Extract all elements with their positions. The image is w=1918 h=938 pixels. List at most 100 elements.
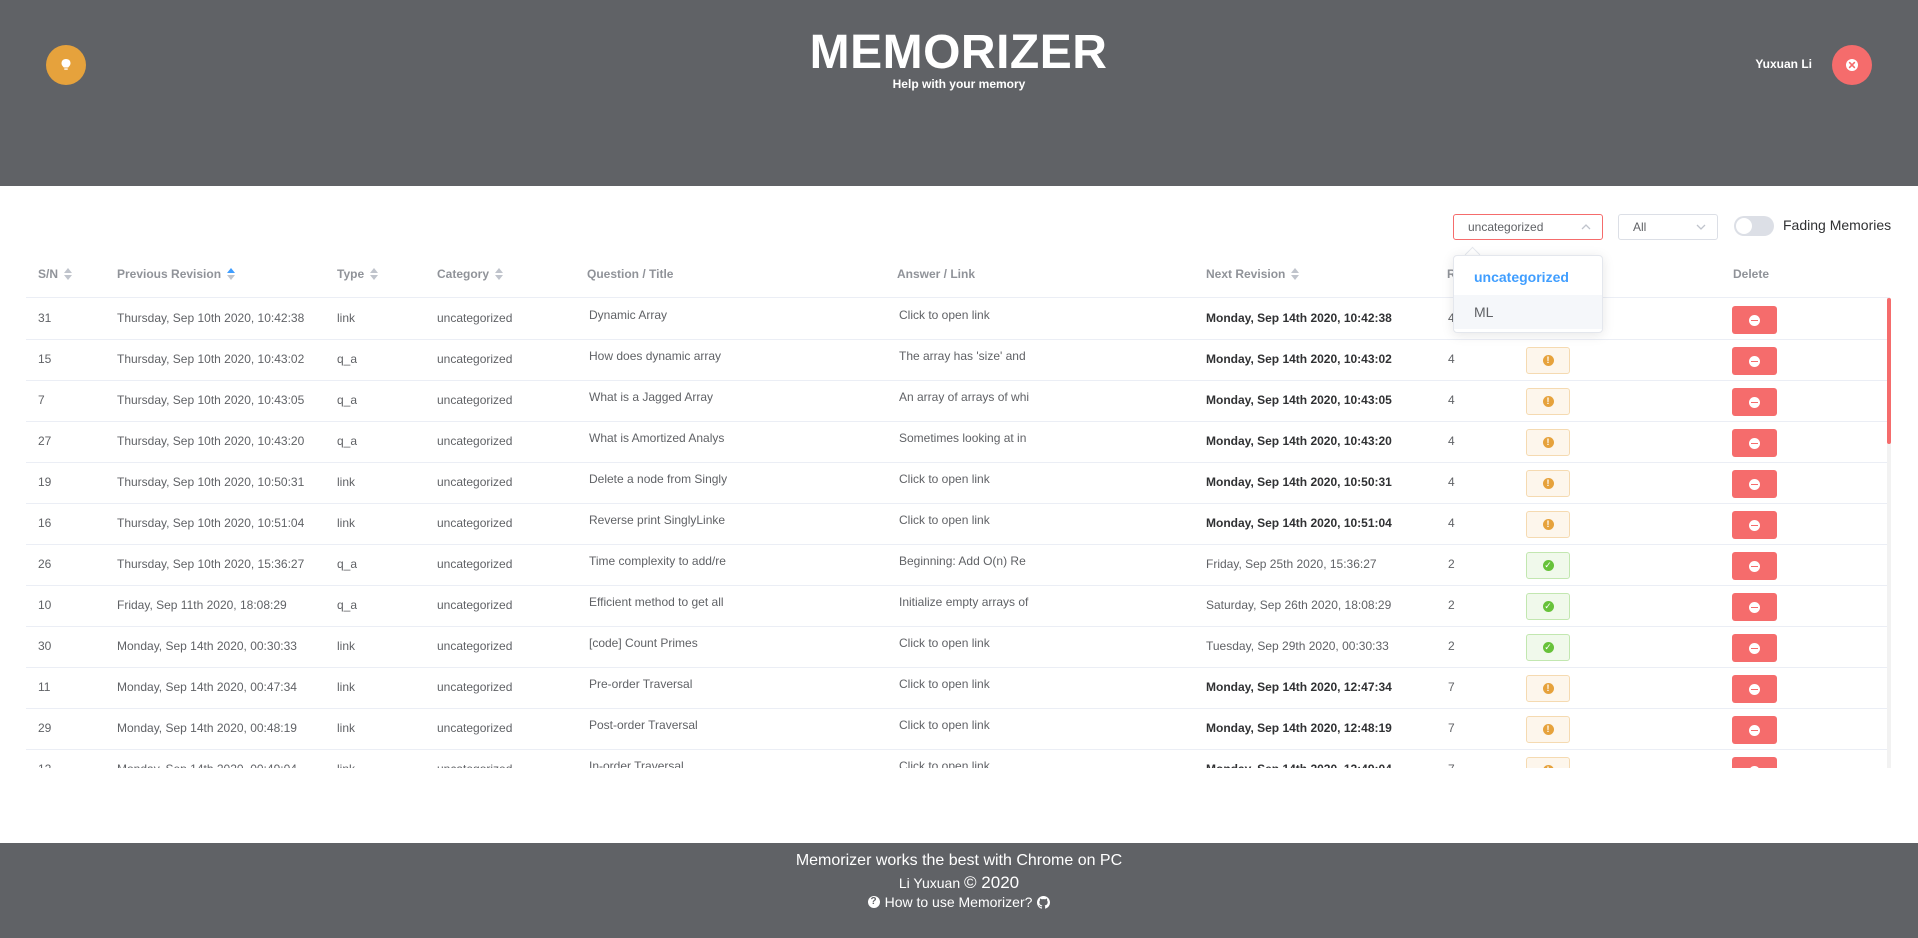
warning-icon: ! (1542, 396, 1554, 407)
table-scrollbar[interactable] (1887, 298, 1891, 768)
cell-answer: The array has 'size' and (899, 349, 1026, 363)
cell-answer[interactable]: Click to open link (899, 472, 1059, 486)
revise-button[interactable]: ! (1526, 757, 1570, 768)
cell-next: Monday, Sep 14th 2020, 10:42:38 (1206, 311, 1392, 325)
delete-button[interactable] (1732, 716, 1777, 744)
cell-sn: 12 (38, 762, 51, 768)
warning-icon: ! (1542, 765, 1554, 768)
cell-sn: 16 (38, 516, 52, 530)
logout-button[interactable] (1832, 45, 1872, 85)
cell-sn: 31 (38, 311, 52, 325)
cell-answer[interactable]: Click to open link (899, 759, 1059, 768)
table-row: 29 Monday, Sep 14th 2020, 00:48:19 link unc… (26, 708, 1890, 750)
warning-icon: ! (1542, 355, 1554, 366)
sort-icon[interactable] (495, 268, 504, 280)
revise-button[interactable]: ! (1526, 470, 1570, 497)
cell-r: 4 (1448, 434, 1455, 448)
cell-sn: 26 (38, 557, 52, 571)
column-header-type[interactable]: Type (337, 267, 379, 281)
cell-question: What is a Jagged Array (589, 390, 714, 404)
cell-next: Tuesday, Sep 29th 2020, 00:30:33 (1206, 639, 1389, 653)
cell-category: uncategorized (437, 434, 513, 448)
fading-memories-toggle[interactable] (1734, 216, 1774, 236)
cell-r: 4 (1448, 352, 1455, 366)
cell-answer[interactable]: Click to open link (899, 718, 1059, 732)
delete-button[interactable] (1732, 552, 1777, 580)
table-row: 30 Monday, Sep 14th 2020, 00:30:33 link unc… (26, 626, 1890, 668)
cell-answer[interactable]: Click to open link (899, 677, 1059, 691)
revise-button[interactable]: ! (1526, 429, 1570, 456)
revise-button[interactable]: ! (1526, 347, 1570, 374)
delete-button[interactable] (1732, 429, 1777, 457)
cell-question: Efficient method to get all (589, 595, 724, 609)
cell-type: link (337, 762, 355, 768)
cell-next: Saturday, Sep 26th 2020, 18:08:29 (1206, 598, 1392, 612)
footer-copyright: Li Yuxuan © 2020 (0, 873, 1918, 893)
dropdown-option-ml[interactable]: ML (1454, 295, 1602, 329)
delete-button[interactable] (1732, 347, 1777, 375)
cell-r: 4 (1448, 516, 1455, 530)
column-header-category[interactable]: Category (437, 267, 504, 281)
help-link-text[interactable]: How to use Memorizer? (885, 894, 1033, 910)
cell-question: Time complexity to add/re (589, 554, 726, 568)
cell-category: uncategorized (437, 475, 513, 489)
cell-prev: Monday, Sep 14th 2020, 00:48:19 (117, 721, 297, 735)
table-body[interactable]: 31 Thursday, Sep 10th 2020, 10:42:38 link u… (26, 298, 1890, 768)
cell-type: q_a (337, 557, 358, 571)
cell-answer: Beginning: Add O(n) Re (899, 554, 1026, 568)
delete-button[interactable] (1732, 470, 1777, 498)
cell-question: Delete a node from Singly (589, 472, 728, 486)
delete-button[interactable] (1732, 511, 1777, 539)
cell-type: q_a (337, 352, 358, 366)
delete-button[interactable] (1732, 593, 1777, 621)
remove-icon (1749, 396, 1760, 408)
cell-answer[interactable]: Click to open link (899, 513, 1059, 527)
cell-question: Post-order Traversal (589, 718, 698, 732)
cell-sn: 7 (38, 393, 45, 407)
column-header-sn[interactable]: S/N (38, 267, 73, 281)
column-header-next-revision[interactable]: Next Revision (1206, 267, 1300, 281)
sort-icon[interactable] (64, 268, 73, 280)
warning-icon: ! (1542, 437, 1554, 448)
cell-answer[interactable]: Click to open link (899, 308, 1059, 322)
cell-next: Friday, Sep 25th 2020, 15:36:27 (1206, 557, 1377, 571)
status-select[interactable]: All (1618, 214, 1718, 240)
column-header-previous-revision[interactable]: Previous Revision (117, 267, 236, 281)
cell-answer[interactable]: Click to open link (899, 636, 1059, 650)
table-row: 19 Thursday, Sep 10th 2020, 10:50:31 link u… (26, 462, 1890, 504)
sort-icon[interactable] (1291, 268, 1300, 280)
cell-category: uncategorized (437, 393, 513, 407)
remove-icon (1749, 765, 1760, 768)
scrollbar-thumb[interactable] (1887, 298, 1891, 444)
revise-button[interactable]: ! (1526, 675, 1570, 702)
dropdown-option-uncategorized[interactable]: uncategorized (1454, 260, 1602, 294)
revise-button[interactable]: ✓ (1526, 552, 1570, 579)
cell-prev: Thursday, Sep 10th 2020, 10:43:05 (117, 393, 305, 407)
cell-r: 7 (1448, 680, 1455, 694)
footer-browser-note: Memorizer works the best with Chrome on … (795, 852, 1123, 869)
revise-button[interactable]: ✓ (1526, 593, 1570, 620)
sort-icon[interactable] (370, 268, 379, 280)
category-select[interactable]: uncategorized (1453, 214, 1603, 240)
warning-icon: ! (1542, 519, 1554, 530)
cell-type: link (337, 680, 356, 694)
cell-prev: Thursday, Sep 10th 2020, 15:36:27 (117, 557, 305, 571)
cell-question: In-order Traversal (589, 759, 684, 768)
delete-button[interactable] (1732, 634, 1777, 662)
revise-button[interactable]: ! (1526, 388, 1570, 415)
remove-icon (1749, 642, 1760, 654)
delete-button[interactable] (1732, 675, 1777, 703)
revise-button[interactable]: ! (1526, 511, 1570, 538)
cell-type: link (337, 639, 356, 653)
footer-help-link[interactable]: ? How to use Memorizer? (0, 894, 1918, 910)
revise-button[interactable]: ✓ (1526, 634, 1570, 661)
delete-button[interactable] (1732, 757, 1777, 768)
sort-icon[interactable] (227, 268, 236, 280)
delete-button[interactable] (1732, 388, 1777, 416)
github-icon[interactable] (1037, 895, 1051, 909)
delete-button[interactable] (1732, 306, 1777, 334)
revise-button[interactable]: ! (1526, 716, 1570, 743)
cell-r: 4 (1448, 393, 1455, 407)
cell-next: Monday, Sep 14th 2020, 10:51:04 (1206, 516, 1392, 530)
cell-sn: 30 (38, 639, 52, 653)
